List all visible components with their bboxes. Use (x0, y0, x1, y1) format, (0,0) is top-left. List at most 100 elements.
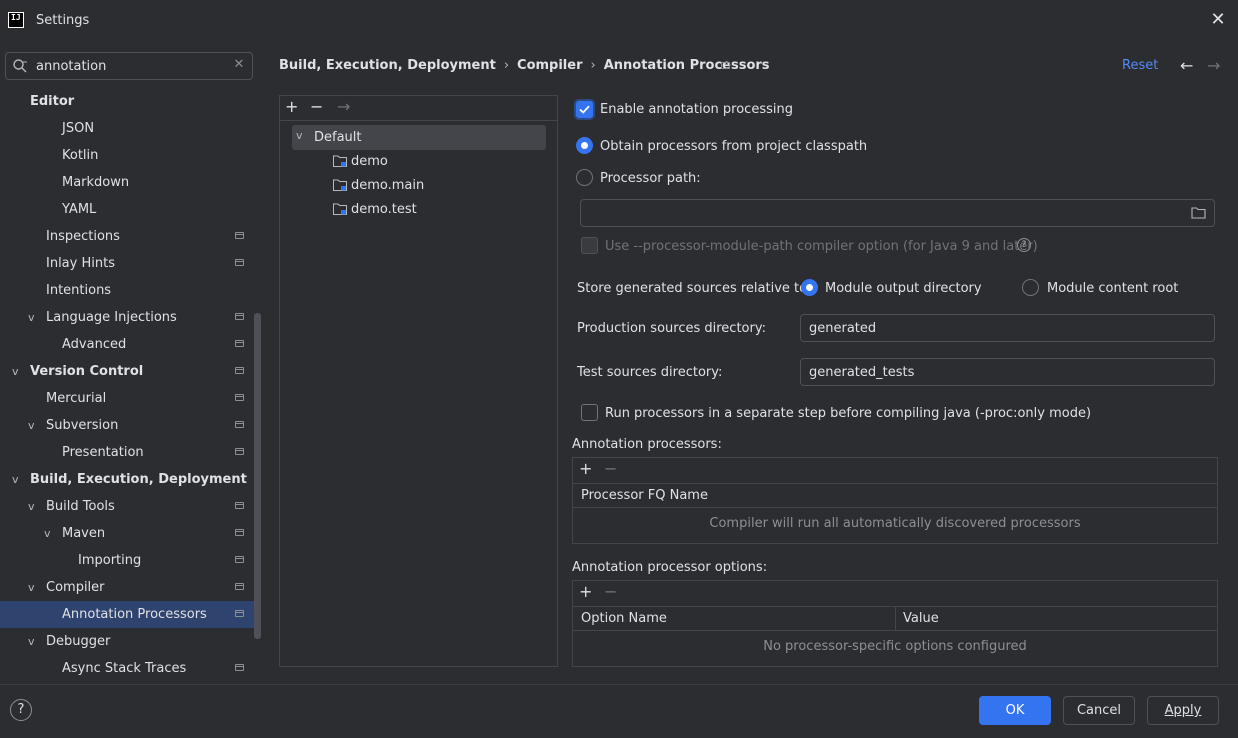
dialog-footer (0, 684, 1238, 738)
test-sources-field[interactable] (800, 358, 1215, 386)
processor-path-input[interactable] (589, 205, 1169, 221)
chevron-down-icon[interactable]: v (28, 574, 40, 601)
module-folder-icon (333, 155, 347, 167)
tree-item[interactable]: Markdown (0, 169, 258, 196)
tree-item-label: Debugger (46, 634, 111, 649)
tree-item-label: Maven (62, 526, 106, 541)
empty-processors-message: Compiler will run all automatically disc… (709, 516, 1081, 531)
tree-item[interactable]: Inlay Hints (0, 250, 258, 277)
obtain-from-classpath-label: Obtain processors from project classpath (600, 139, 868, 154)
tree-item[interactable]: v Compiler (0, 574, 258, 601)
project-level-icon (235, 259, 244, 266)
enable-annotation-processing-label: Enable annotation processing (600, 102, 793, 117)
breadcrumb-item[interactable]: Compiler (517, 58, 582, 73)
tree-item-label: Build, Execution, Deployment (30, 472, 247, 487)
test-sources-input[interactable] (809, 364, 1202, 380)
tree-item[interactable]: Advanced (0, 331, 258, 358)
tree-item[interactable]: v Debugger (0, 628, 258, 655)
breadcrumb: Build, Execution, Deployment › Compiler › An… (279, 58, 770, 73)
module-item-label: demo.main (351, 178, 425, 193)
tree-item[interactable]: Importing (0, 547, 258, 574)
folder-icon[interactable] (1191, 206, 1206, 219)
reset-link[interactable]: Reset (1122, 58, 1158, 73)
back-arrow-icon[interactable]: ← (1180, 56, 1193, 75)
table-header: Processor FQ Name (573, 483, 1217, 508)
tree-item[interactable]: v Build Tools (0, 493, 258, 520)
chevron-down-icon[interactable]: v (28, 304, 40, 331)
search-input[interactable] (36, 57, 226, 75)
tree-scrollbar[interactable] (254, 313, 261, 639)
chevron-down-icon[interactable]: v (28, 628, 40, 655)
project-level-icon (235, 556, 244, 563)
tree-item[interactable]: Intentions (0, 277, 258, 304)
chevron-down-icon[interactable]: v (12, 358, 24, 385)
tree-item[interactable]: v Build, Execution, Deployment (0, 466, 258, 493)
production-sources-label: Production sources directory: (577, 321, 766, 336)
tree-item[interactable]: v Maven (0, 520, 258, 547)
column-header-processor-fq-name[interactable]: Processor FQ Name (581, 484, 708, 508)
processor-path-field[interactable] (580, 199, 1215, 227)
close-icon[interactable]: ✕ (1208, 10, 1228, 30)
project-level-icon (235, 367, 244, 374)
obtain-from-classpath-radio[interactable] (576, 137, 593, 154)
breadcrumb-item[interactable]: Build, Execution, Deployment (279, 58, 496, 73)
cancel-button[interactable]: Cancel (1063, 696, 1135, 725)
tree-item[interactable]: Mercurial (0, 385, 258, 412)
ok-button[interactable]: OK (979, 696, 1051, 725)
column-header-value[interactable]: Value (903, 607, 939, 631)
apply-button[interactable]: Apply (1147, 696, 1219, 725)
tree-item[interactable]: Annotation Processors (0, 601, 258, 628)
help-question-icon[interactable]: ? (1017, 238, 1031, 252)
title-bar (0, 0, 1238, 42)
add-profile-icon[interactable]: + (285, 99, 298, 115)
project-level-icon (235, 502, 244, 509)
tree-item[interactable]: Inspections (0, 223, 258, 250)
chevron-down-icon[interactable]: v (28, 493, 40, 520)
tree-item-label: Compiler (46, 580, 105, 595)
tree-item[interactable]: Kotlin (0, 142, 258, 169)
tree-item[interactable]: Presentation (0, 439, 258, 466)
tree-item-label: Async Stack Traces (62, 661, 187, 676)
project-level-icon (235, 448, 244, 455)
module-item-label: demo (351, 154, 388, 169)
annotation-processors-title: Annotation processors: (572, 437, 722, 452)
tree-item[interactable]: YAML (0, 196, 258, 223)
chevron-down-icon[interactable]: v (12, 466, 24, 493)
column-divider[interactable] (895, 607, 896, 631)
clear-search-icon[interactable]: ✕ (232, 57, 246, 73)
add-option-icon[interactable]: + (579, 584, 592, 600)
add-processor-icon[interactable]: + (579, 461, 592, 477)
module-folder-icon (333, 179, 347, 191)
remove-processor-icon: − (604, 459, 618, 478)
project-level-icon (235, 610, 244, 617)
module-output-radio[interactable] (801, 279, 818, 296)
intellij-logo-icon: IJ (8, 12, 24, 28)
production-sources-field[interactable] (800, 314, 1215, 342)
table-header: Option Name Value (573, 606, 1217, 631)
tree-item[interactable]: Async Stack Traces (0, 655, 258, 682)
column-header-option-name[interactable]: Option Name (581, 607, 667, 631)
module-content-root-radio[interactable] (1022, 279, 1039, 296)
breadcrumb-item: Annotation Processors (603, 58, 770, 73)
production-sources-input[interactable] (809, 320, 1202, 336)
tree-item[interactable]: v Language Injections (0, 304, 258, 331)
separate-step-label: Run processors in a separate step before… (605, 406, 1092, 421)
tree-item[interactable]: JSON (0, 115, 258, 142)
tree-item[interactable]: v Version Control (0, 358, 258, 385)
tree-item[interactable]: v Subversion (0, 412, 258, 439)
settings-tree: Editor JSON Kotlin Markdown YAML Inspections I… (0, 88, 262, 682)
processor-path-radio[interactable] (576, 169, 593, 186)
help-button[interactable]: ? (10, 699, 32, 721)
project-level-icon (235, 313, 244, 320)
remove-profile-icon[interactable]: − (310, 99, 323, 115)
chevron-down-icon[interactable]: v (28, 412, 40, 439)
separate-step-checkbox[interactable] (581, 404, 598, 421)
test-sources-label: Test sources directory: (577, 365, 723, 380)
search-icon (13, 59, 27, 73)
chevron-down-icon[interactable]: v (44, 520, 56, 547)
enable-annotation-processing-checkbox[interactable] (576, 101, 593, 118)
annotation-processor-options-table: + − Option Name Value No processor-speci… (572, 580, 1218, 667)
chevron-down-icon[interactable]: v (296, 129, 303, 142)
tree-item[interactable]: Editor (0, 88, 258, 115)
tree-item-label: Build Tools (46, 499, 115, 514)
